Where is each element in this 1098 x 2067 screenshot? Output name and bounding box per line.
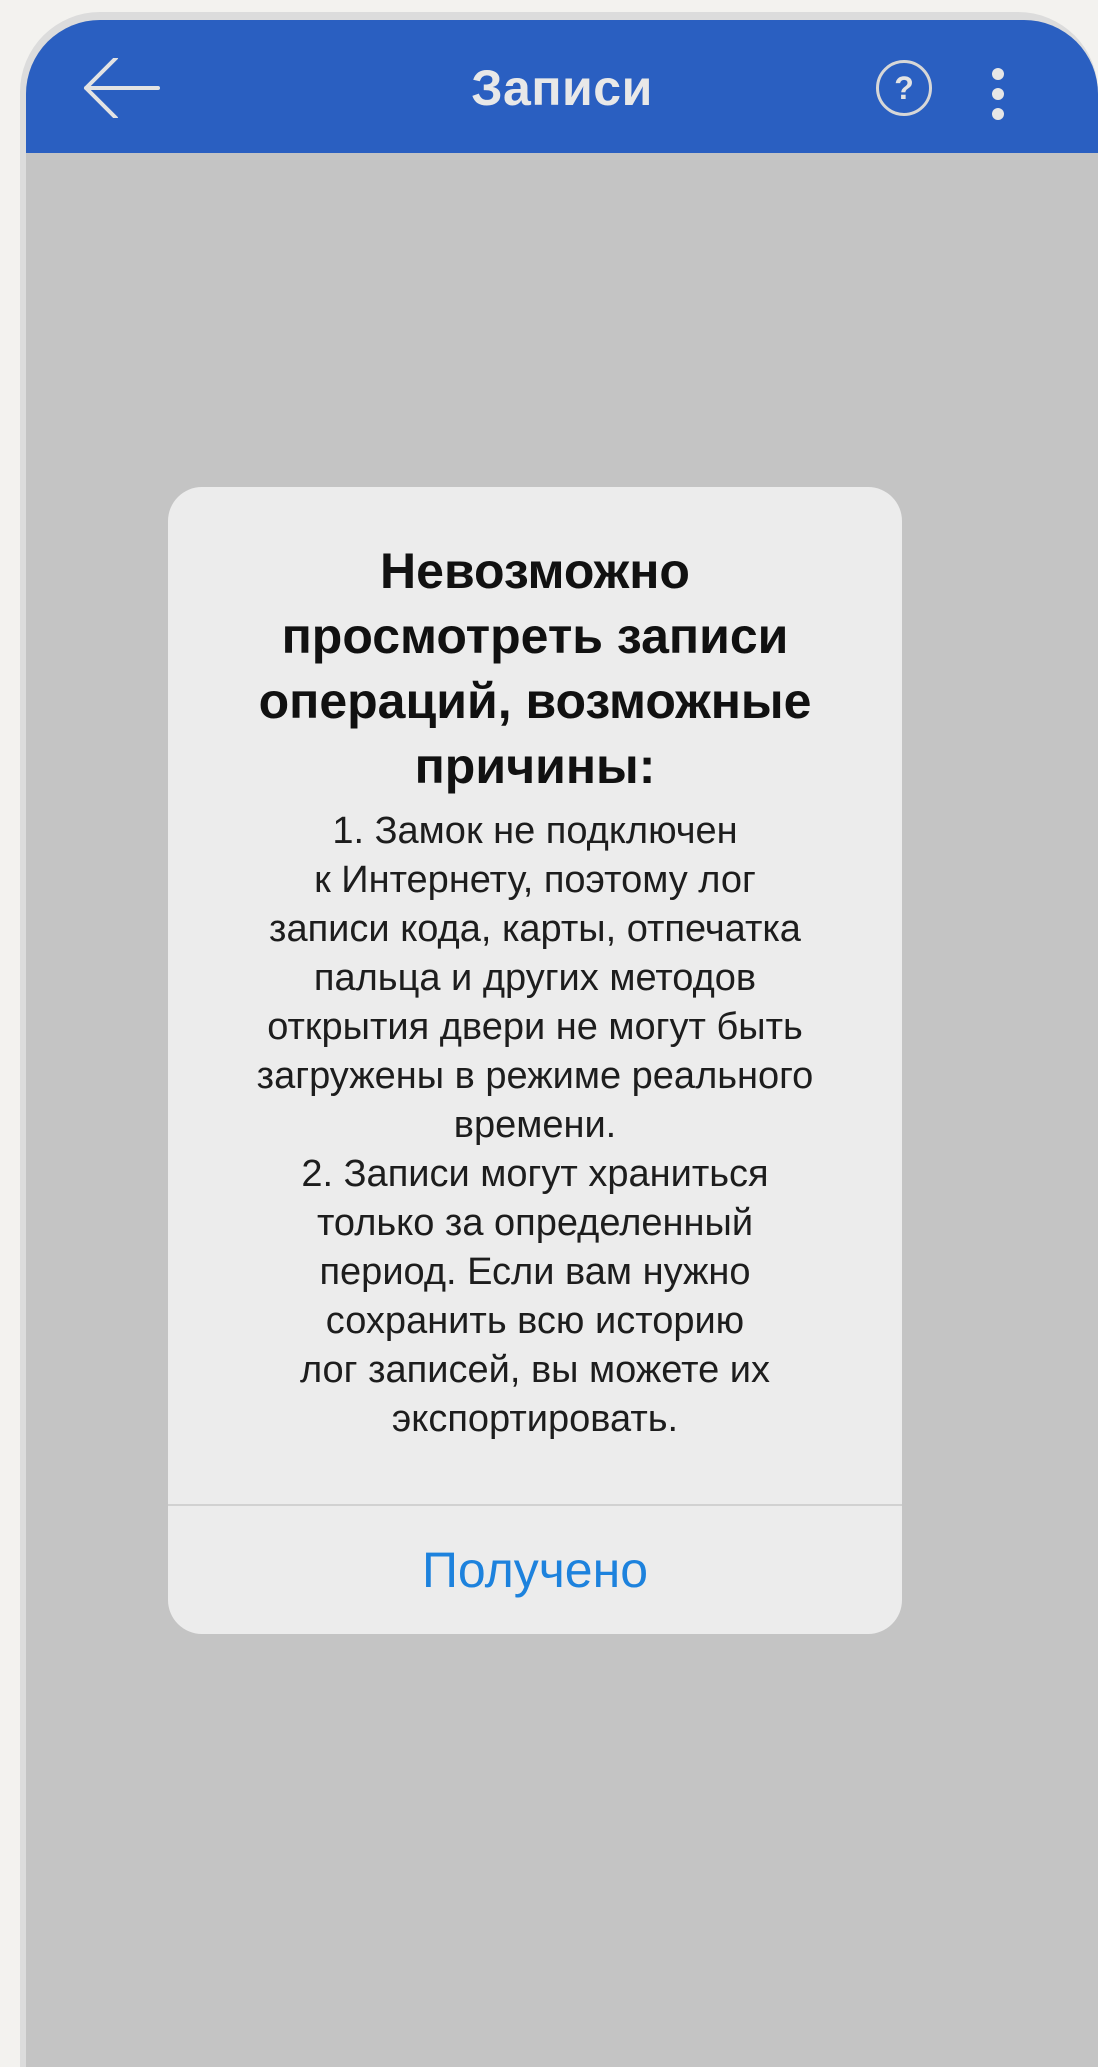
more-options-button[interactable] xyxy=(986,68,1010,120)
help-button[interactable]: ? xyxy=(876,60,932,116)
confirm-button[interactable]: Получено xyxy=(168,1506,902,1634)
dialog-message: 1. Замок не подключен к Интернету, поэто… xyxy=(256,810,814,1440)
page-title: Записи xyxy=(471,60,653,116)
question-circle-icon: ? xyxy=(894,70,914,106)
dialog-title: Невозможно просмотреть записи операций, … xyxy=(258,543,812,794)
more-vertical-icon xyxy=(992,108,1004,120)
top-app-bar: Записи ? xyxy=(26,20,1098,153)
more-vertical-icon xyxy=(992,68,1004,80)
more-vertical-icon xyxy=(992,88,1004,100)
alert-dialog: Невозможно просмотреть записи операций, … xyxy=(168,487,902,1634)
